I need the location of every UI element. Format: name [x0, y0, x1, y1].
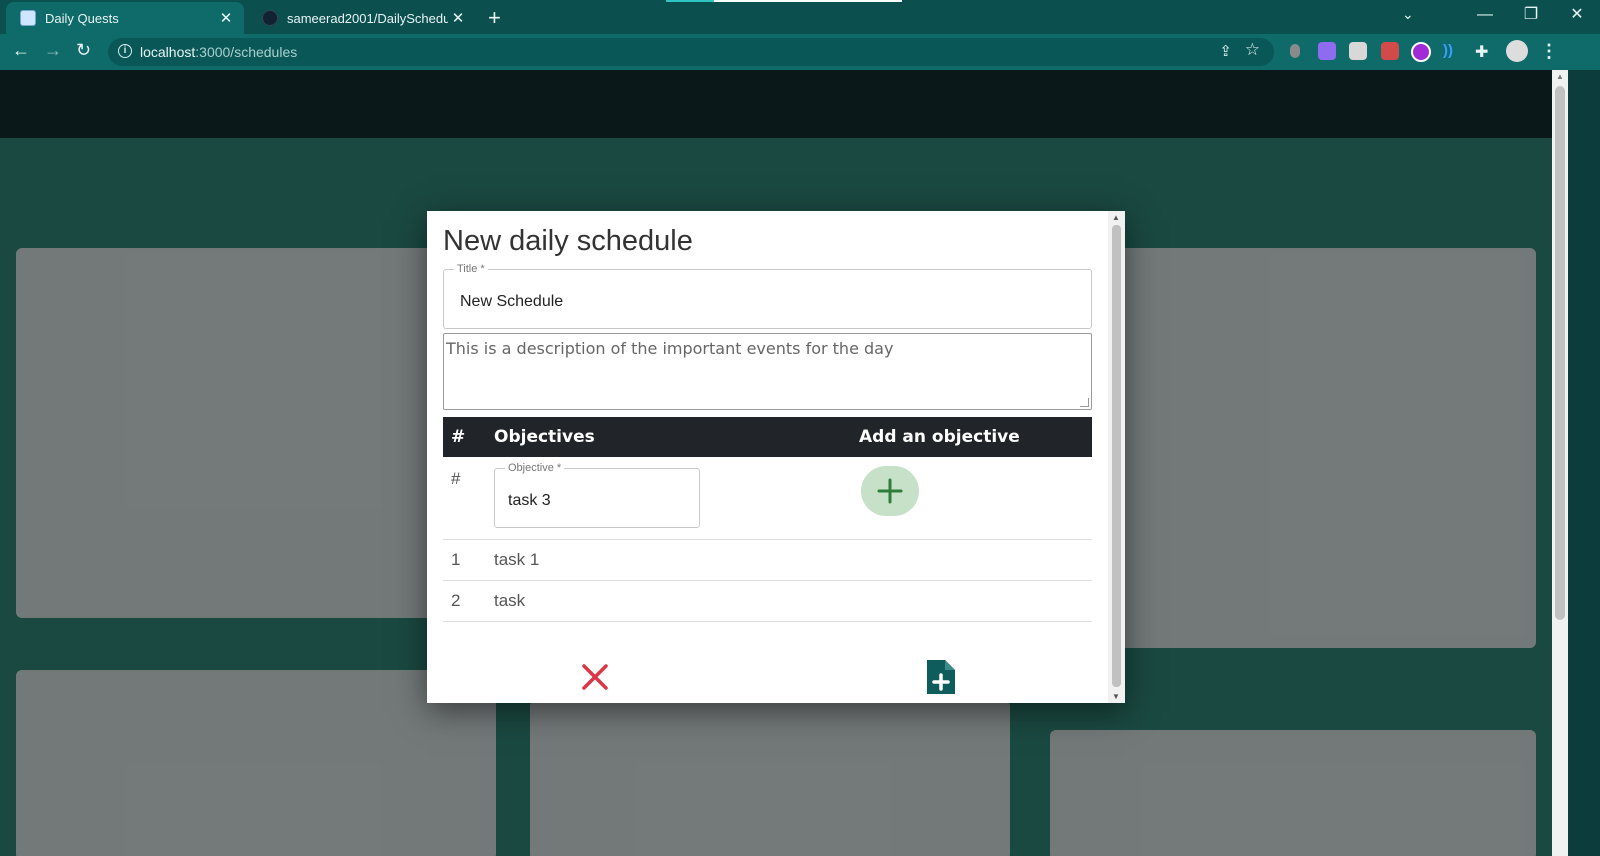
- address-bar[interactable]: i localhost:3000/schedules ⇪ ☆: [108, 38, 1274, 66]
- new-row-index: #: [451, 469, 461, 488]
- back-icon[interactable]: ←: [12, 40, 30, 61]
- browser-menu-icon[interactable]: ⋮: [1540, 41, 1558, 62]
- url-text[interactable]: localhost:3000/schedules: [140, 44, 297, 60]
- column-header-index: #: [451, 427, 466, 447]
- url-path: :3000/schedules: [195, 44, 298, 60]
- tab-close-icon[interactable]: ✕: [448, 9, 468, 27]
- table-row: 1 task 1: [443, 540, 1092, 581]
- scroll-up-icon[interactable]: ▲: [1112, 213, 1120, 222]
- description-textarea[interactable]: This is a description of the important e…: [443, 333, 1092, 410]
- share-icon[interactable]: ⇪: [1219, 42, 1232, 60]
- tab-search-chevron-icon[interactable]: ⌄: [1402, 6, 1414, 23]
- extension-icon[interactable]: [1381, 42, 1399, 60]
- row-index: 2: [451, 591, 461, 610]
- extension-icon[interactable]: [1411, 42, 1431, 62]
- save-schedule-button[interactable]: [925, 658, 957, 696]
- objective-field[interactable]: Objective * task 3: [494, 462, 700, 528]
- dialog-title: New daily schedule: [443, 225, 693, 257]
- extension-icon[interactable]: )): [1443, 42, 1461, 60]
- table-row: 2 task: [443, 581, 1092, 622]
- scroll-down-icon[interactable]: ▼: [1112, 692, 1120, 701]
- column-header-objectives: Objectives: [494, 427, 595, 447]
- tab-title: Daily Quests: [45, 10, 119, 26]
- title-input[interactable]: New Schedule: [460, 293, 563, 311]
- textarea-resize-handle[interactable]: [1080, 398, 1089, 407]
- reload-icon[interactable]: ↻: [76, 40, 91, 61]
- plus-icon: [877, 478, 903, 504]
- description-text[interactable]: This is a description of the important e…: [446, 339, 893, 358]
- tab-title: sameerad2001/DailyScheduler_S: [287, 10, 448, 26]
- forward-icon[interactable]: →: [44, 40, 62, 61]
- restore-icon[interactable]: ❐: [1508, 0, 1554, 34]
- browser-toolbar: ← → ↻ i localhost:3000/schedules ⇪ ☆ )) …: [0, 34, 1600, 70]
- title-field[interactable]: Title * New Schedule: [443, 263, 1092, 329]
- tab-daily-quests[interactable]: Daily Quests ✕: [6, 2, 244, 34]
- extension-icon[interactable]: [1290, 44, 1300, 58]
- page-scrollbar[interactable]: ▲: [1552, 70, 1568, 856]
- tab-favicon-icon: [20, 10, 36, 26]
- window-controls: — ❐ ✕: [1462, 0, 1600, 34]
- column-header-add-objective: Add an objective: [859, 427, 1020, 447]
- extension-icon[interactable]: [1318, 42, 1336, 60]
- site-info-icon[interactable]: i: [118, 44, 132, 58]
- new-tab-icon[interactable]: +: [488, 5, 501, 31]
- dialog-scrollbar-thumb[interactable]: [1112, 225, 1121, 687]
- new-objective-row: # Objective * task 3: [443, 457, 1092, 540]
- github-favicon-icon: [262, 10, 278, 26]
- objective-input[interactable]: task 3: [508, 492, 551, 510]
- scroll-up-icon[interactable]: ▲: [1556, 72, 1564, 81]
- close-window-icon[interactable]: ✕: [1554, 0, 1600, 34]
- objective-field-label: Objective *: [505, 462, 565, 474]
- extension-icon[interactable]: [1349, 42, 1367, 60]
- file-add-icon: [927, 660, 955, 694]
- row-index: 1: [451, 550, 461, 569]
- url-host: localhost: [140, 44, 196, 60]
- title-field-label: Title *: [454, 263, 488, 275]
- tab-github[interactable]: sameerad2001/DailyScheduler_S ✕: [248, 2, 476, 34]
- tab-close-icon[interactable]: ✕: [216, 9, 236, 27]
- minimize-icon[interactable]: —: [1462, 0, 1508, 34]
- row-objective: task 1: [494, 550, 540, 569]
- close-icon: [582, 664, 608, 690]
- extensions-puzzle-icon[interactable]: ✚: [1475, 42, 1493, 61]
- window-highlight-accent: [666, 0, 714, 2]
- new-schedule-dialog: New daily schedule Title * New Schedule …: [427, 211, 1125, 703]
- objectives-table-header: # Objectives Add an objective: [443, 417, 1092, 457]
- row-objective: task: [494, 591, 526, 610]
- browser-tab-strip: Daily Quests ✕ sameerad2001/DailySchedul…: [0, 0, 1600, 34]
- profile-avatar[interactable]: [1506, 40, 1528, 62]
- cancel-button[interactable]: [579, 661, 611, 693]
- bookmark-star-icon[interactable]: ☆: [1245, 40, 1260, 60]
- page-scrollbar-thumb[interactable]: [1555, 86, 1565, 620]
- dialog-scrollbar[interactable]: ▲ ▼: [1108, 211, 1125, 703]
- add-objective-button[interactable]: [861, 466, 919, 516]
